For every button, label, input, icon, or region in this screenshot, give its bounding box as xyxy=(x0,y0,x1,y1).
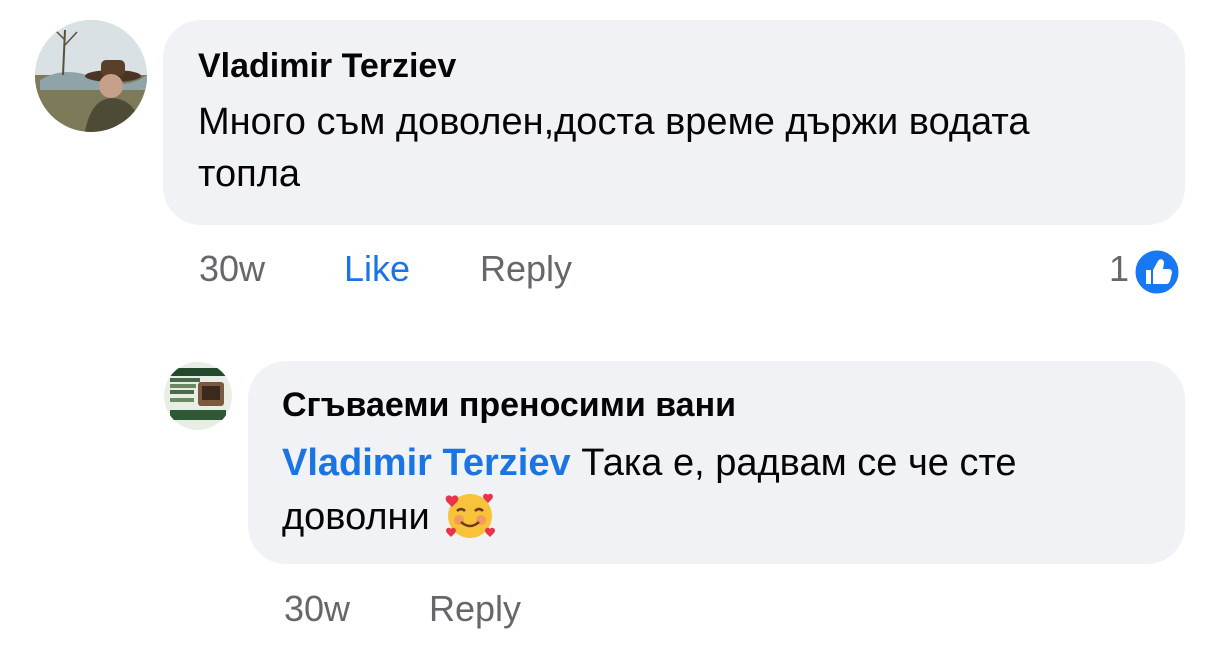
reply-timestamp[interactable]: 30w xyxy=(284,588,350,630)
thumbs-up-reaction-icon xyxy=(1132,247,1182,297)
page-avatar[interactable] xyxy=(164,362,232,430)
reactions-summary[interactable] xyxy=(1132,247,1182,306)
mention-link[interactable]: Vladimir Terziev xyxy=(282,442,571,484)
reply-button[interactable]: Reply xyxy=(480,248,572,290)
comment-timestamp[interactable]: 30w xyxy=(199,248,265,290)
comment-text: Много съм доволен,доста време държи вода… xyxy=(198,101,1030,195)
avatar-photo xyxy=(35,20,147,132)
comment-actions: 30w Like Reply 1 xyxy=(199,247,1199,297)
reply-text: Vladimir Terziev Така е, радвам се че ст… xyxy=(282,437,1152,543)
reply-reply-button[interactable]: Reply xyxy=(429,588,521,630)
reply-author[interactable]: Сгъваеми преносими вани xyxy=(282,385,1155,425)
reply-actions: 30w Reply xyxy=(284,588,884,632)
commenter-avatar[interactable] xyxy=(35,20,147,132)
comment-bubble: Vladimir Terziev Много съм доволен,доста… xyxy=(163,20,1185,225)
reply-bubble: Сгъваеми преносими вани Vladimir Terziev… xyxy=(248,361,1185,564)
smiling-face-with-hearts-emoji-icon xyxy=(445,493,496,538)
reaction-count[interactable]: 1 xyxy=(1109,248,1129,290)
like-button[interactable]: Like xyxy=(344,248,410,290)
comment-author[interactable]: Vladimir Terziev xyxy=(198,46,1151,86)
page-avatar-image xyxy=(164,362,232,430)
